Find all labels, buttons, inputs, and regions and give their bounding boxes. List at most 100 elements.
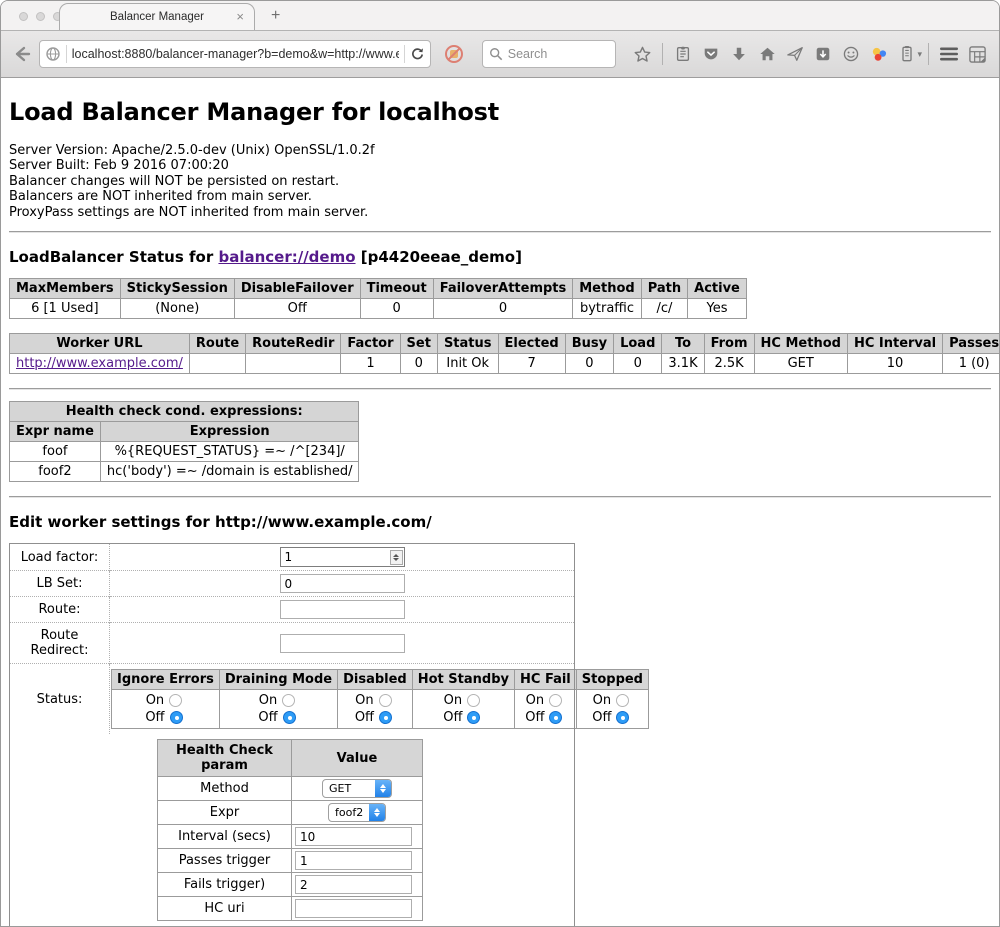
hc-expr-select[interactable]: foof2 <box>328 803 386 822</box>
form-row-load-factor: Load factor: 1 <box>10 544 575 571</box>
cell-method: bytraffic <box>573 299 641 319</box>
reload-icon[interactable] <box>410 47 425 62</box>
hc-fails-input[interactable] <box>295 875 412 894</box>
section-divider <box>9 231 991 233</box>
form-row-lb-set: LB Set: <box>10 571 575 597</box>
hc-row-passes: Passes trigger <box>158 849 423 873</box>
col-set: Set <box>400 334 437 354</box>
col-draining-mode: Draining Mode <box>219 670 337 690</box>
col-busy: Busy <box>565 334 613 354</box>
hot-standby-on-radio[interactable] <box>467 694 480 707</box>
inherit-notice-line: Balancers are NOT inherited from main se… <box>9 189 991 204</box>
home-icon[interactable] <box>753 40 781 68</box>
hc-header-row: Health Check param Value <box>158 740 423 777</box>
route-redirect-label: Route Redirect: <box>10 623 110 664</box>
ignore-errors-on-radio[interactable] <box>169 694 182 707</box>
cell-failoverattempts: 0 <box>433 299 573 319</box>
globe-icon <box>45 46 61 62</box>
tab-groups-icon[interactable] <box>963 40 991 68</box>
toolbar-icons: ▾ <box>628 40 991 68</box>
server-version-line: Server Version: Apache/2.5.0-dev (Unix) … <box>9 143 991 158</box>
close-window-button[interactable] <box>19 12 28 21</box>
col-route: Route <box>189 334 245 354</box>
select-stepper-icon <box>375 779 391 798</box>
minimize-window-button[interactable] <box>36 12 45 21</box>
pocket-icon[interactable] <box>697 40 725 68</box>
col-ignore-errors: Ignore Errors <box>112 670 220 690</box>
tab-balancer-manager[interactable]: Balancer Manager × <box>59 3 255 30</box>
cell-set: 0 <box>400 354 437 374</box>
col-status: Status <box>437 334 498 354</box>
hc-method-select[interactable]: GET <box>322 779 392 798</box>
cell-maxmembers: 6 [1 Used] <box>10 299 121 319</box>
col-expression: Expression <box>100 422 359 442</box>
bookmark-star-icon[interactable] <box>628 40 656 68</box>
route-redirect-input[interactable] <box>280 634 405 653</box>
search-bar[interactable] <box>482 40 617 68</box>
draining-mode-on-radio[interactable] <box>282 694 295 707</box>
send-page-icon[interactable] <box>781 40 809 68</box>
balancer-demo-link[interactable]: balancer://demo <box>218 248 355 266</box>
plugin-blocked-icon[interactable] <box>440 40 468 68</box>
table-header-row: Expr name Expression <box>10 422 359 442</box>
cell-stickysession: (None) <box>120 299 234 319</box>
col-elected: Elected <box>498 334 565 354</box>
hc-method-label: Method <box>158 777 292 801</box>
col-disabled: Disabled <box>338 670 413 690</box>
downloads-icon[interactable] <box>725 40 753 68</box>
cell-active: Yes <box>688 299 747 319</box>
menu-hamburger-icon[interactable] <box>935 40 963 68</box>
extension-colordots-icon[interactable] <box>865 40 893 68</box>
save-to-panel-icon[interactable] <box>809 40 837 68</box>
hc-uri-input[interactable] <box>295 899 412 918</box>
load-factor-input[interactable]: 1 <box>280 547 405 567</box>
col-hc-param: Health Check param <box>158 740 292 777</box>
cell-expr-name: foof <box>10 442 101 462</box>
heading-prefix: LoadBalancer Status for <box>9 248 218 266</box>
stopped-on-radio[interactable] <box>616 694 629 707</box>
back-button[interactable] <box>9 41 35 67</box>
hot-standby-off-radio[interactable] <box>467 711 480 724</box>
hc-fail-on-radio[interactable] <box>549 694 562 707</box>
ignore-errors-off-radio[interactable] <box>170 711 183 724</box>
cell-to: 3.1K <box>662 354 704 374</box>
hc-passes-input[interactable] <box>295 851 412 870</box>
hc-fail-off-radio[interactable] <box>549 711 562 724</box>
url-bar[interactable] <box>39 40 431 68</box>
radio-on-label: On <box>259 693 277 708</box>
hc-expr-label: Expr <box>158 801 292 825</box>
hc-interval-input[interactable] <box>295 827 412 846</box>
new-tab-button[interactable]: + <box>271 7 280 30</box>
page-content: Load Balancer Manager for localhost Serv… <box>1 78 999 927</box>
col-failoverattempts: FailoverAttempts <box>433 279 573 299</box>
form-row-route: Route: <box>10 597 575 623</box>
hc-row-uri: HC uri <box>158 897 423 921</box>
hc-passes-label: Passes trigger <box>158 849 292 873</box>
disabled-on-radio[interactable] <box>379 694 392 707</box>
number-spinner-icon[interactable] <box>390 550 403 565</box>
toolbar-separator <box>662 43 663 65</box>
cell-expression: %{REQUEST_STATUS} =~ /^[234]/ <box>100 442 359 462</box>
reading-list-icon[interactable] <box>669 40 697 68</box>
hc-params-table: Health Check param Value Method GET <box>157 739 423 921</box>
section-divider <box>9 496 991 498</box>
status-radio-row: On Off On Off On Off <box>112 690 649 729</box>
url-input[interactable] <box>72 47 399 61</box>
worker-url-link[interactable]: http://www.example.com/ <box>16 356 183 371</box>
col-path: Path <box>641 279 687 299</box>
cell-timeout: 0 <box>360 299 433 319</box>
feedback-smiley-icon[interactable] <box>837 40 865 68</box>
cell-worker-url: http://www.example.com/ <box>10 354 190 374</box>
draining-mode-off-radio[interactable] <box>283 711 296 724</box>
server-info: Server Version: Apache/2.5.0-dev (Unix) … <box>9 143 991 220</box>
route-input[interactable] <box>280 600 405 619</box>
search-input[interactable] <box>508 47 608 61</box>
disabled-off-radio[interactable] <box>379 711 392 724</box>
lb-set-input[interactable] <box>280 574 405 593</box>
window-controls <box>19 12 62 21</box>
stopped-off-radio[interactable] <box>616 711 629 724</box>
tab-close-icon[interactable]: × <box>236 9 244 24</box>
chevron-down-icon[interactable]: ▾ <box>917 49 922 60</box>
urlbar-divider <box>404 45 405 63</box>
radio-off-label: Off <box>355 710 374 725</box>
